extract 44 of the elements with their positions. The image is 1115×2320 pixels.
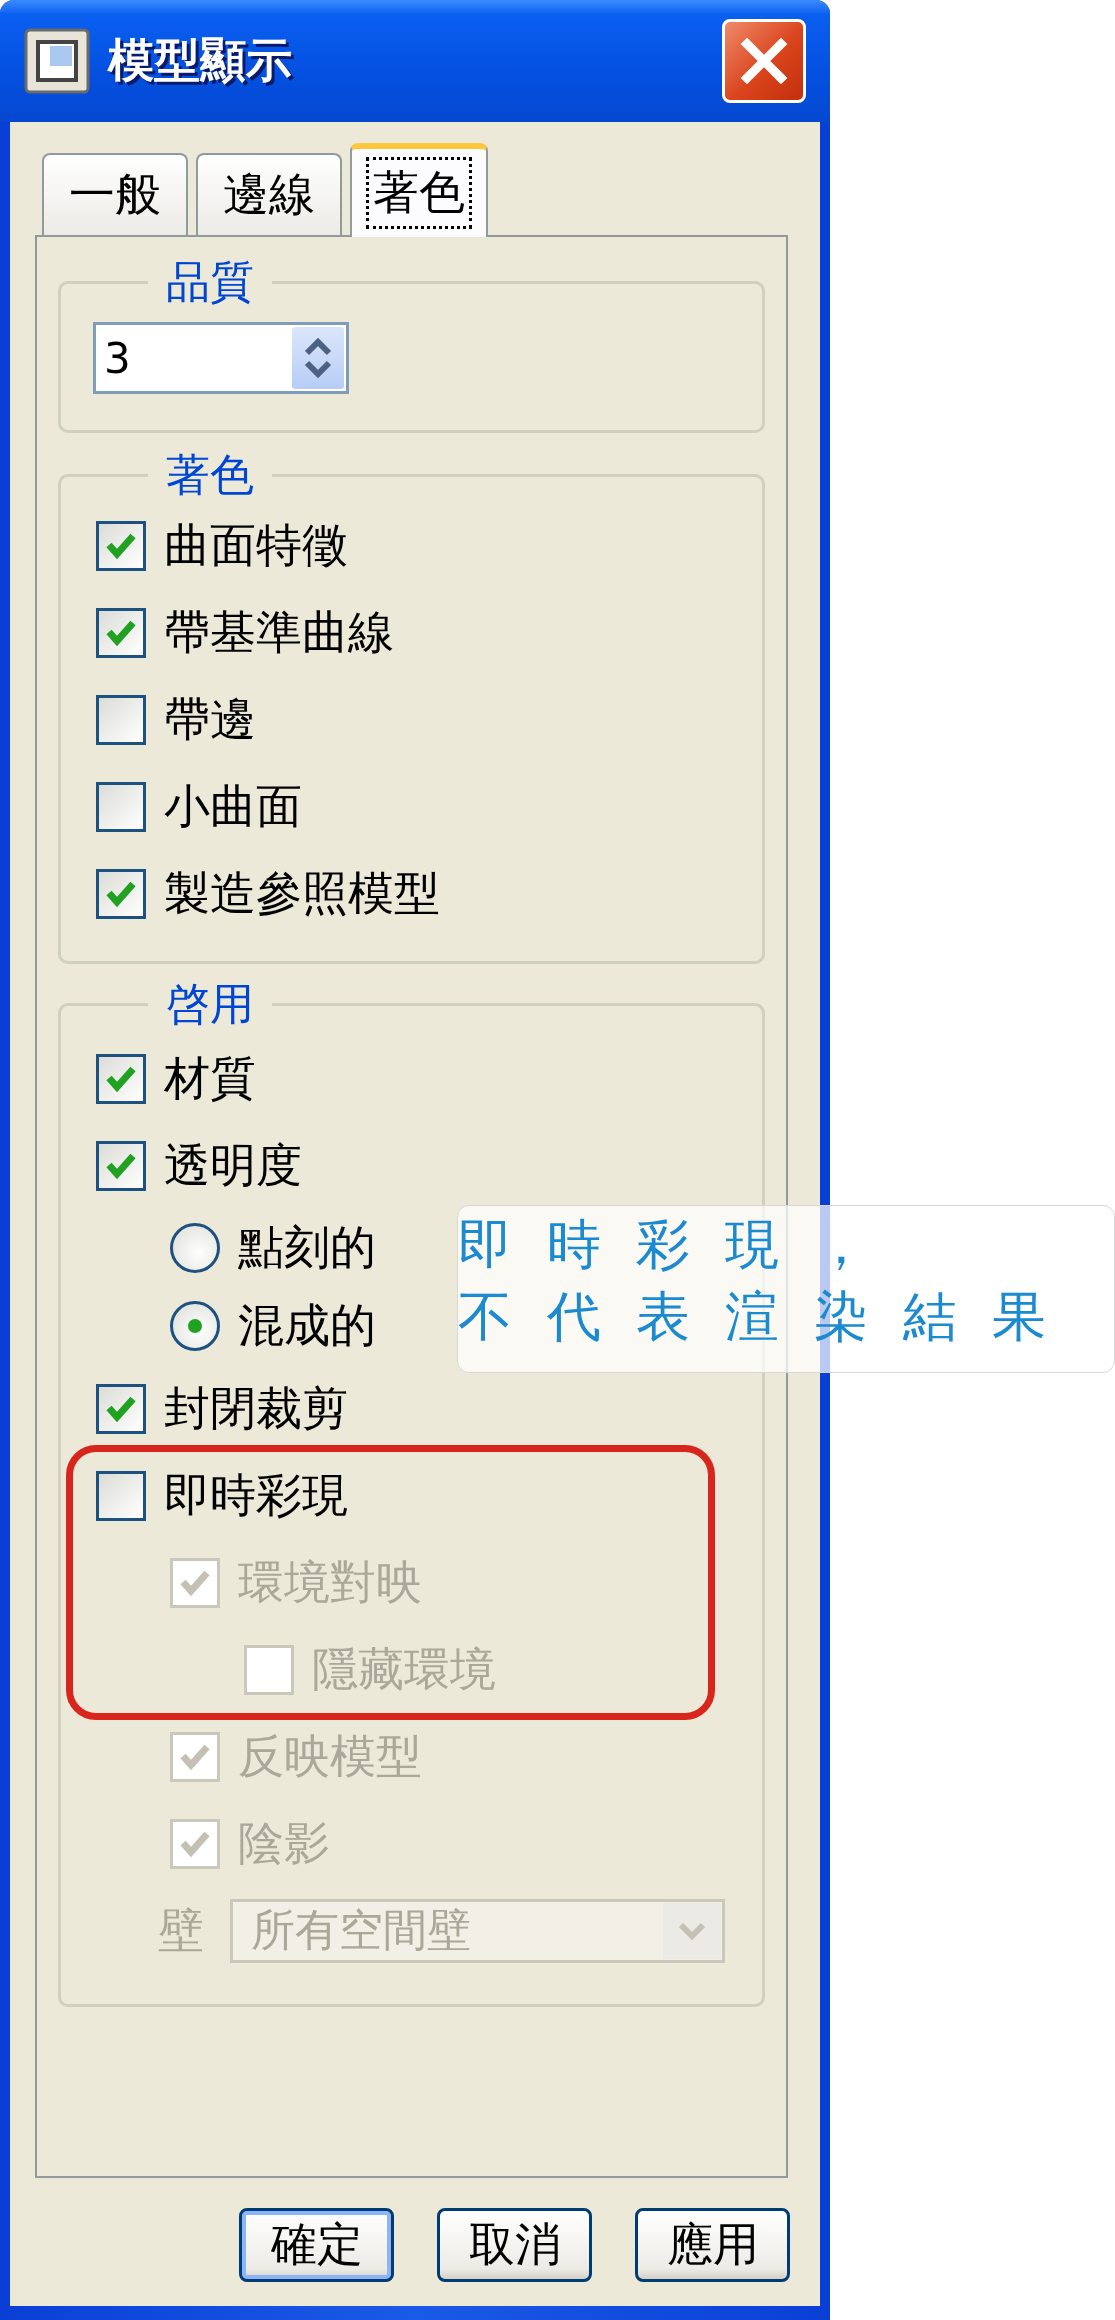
group-title: 啓用 bbox=[165, 979, 255, 1029]
dialog-button[interactable]: 取消 bbox=[437, 2208, 592, 2282]
checkbox[interactable] bbox=[96, 694, 146, 745]
checkbox-label: 環境對映 bbox=[238, 1553, 422, 1611]
checkbox[interactable] bbox=[96, 1140, 146, 1191]
checkbox-label: 封閉裁剪 bbox=[164, 1379, 348, 1437]
close-button[interactable] bbox=[722, 19, 806, 103]
checkbox[interactable] bbox=[96, 607, 146, 658]
radio-label: 點刻的 bbox=[238, 1219, 376, 1276]
checkbox-label: 帶邊 bbox=[164, 690, 256, 748]
checkbox-label: 透明度 bbox=[164, 1136, 302, 1194]
checkbox-label: 陰影 bbox=[238, 1814, 330, 1872]
checkbox[interactable] bbox=[96, 1383, 146, 1434]
checkbox-label: 小曲面 bbox=[164, 777, 302, 835]
callout-text: 即時彩現， bbox=[458, 1212, 903, 1278]
dialog-button[interactable]: 應用 bbox=[635, 2208, 790, 2282]
radio-button[interactable] bbox=[170, 1223, 220, 1273]
tab[interactable]: 邊線 bbox=[196, 153, 342, 235]
dropdown-label: 壁 bbox=[158, 1901, 204, 1959]
group-title: 品質 bbox=[165, 257, 255, 307]
checkbox[interactable] bbox=[96, 781, 146, 832]
checkbox-label: 反映模型 bbox=[238, 1727, 422, 1785]
checkbox[interactable] bbox=[96, 868, 146, 919]
tab[interactable]: 一般 bbox=[42, 153, 188, 235]
spin-button[interactable] bbox=[292, 327, 344, 389]
checkbox-label: 曲面特徵 bbox=[164, 516, 348, 574]
checkbox[interactable] bbox=[96, 1053, 146, 1104]
callout-text: 不代表渲染結果 bbox=[458, 1284, 1081, 1350]
tab[interactable]: 著色 bbox=[350, 143, 488, 237]
window-app-icon bbox=[24, 28, 90, 94]
checkbox-label: 即時彩現 bbox=[164, 1466, 348, 1524]
up-down-arrows-icon bbox=[303, 335, 333, 381]
checkbox-label: 製造參照模型 bbox=[164, 864, 440, 922]
group-title: 著色 bbox=[165, 450, 255, 500]
checkbox[interactable] bbox=[96, 520, 146, 571]
checkbox-label: 隱藏環境 bbox=[312, 1640, 496, 1698]
window-title: 模型顯示 bbox=[108, 32, 292, 89]
dialog-button[interactable]: 確定 bbox=[239, 2208, 394, 2282]
close-icon bbox=[739, 36, 789, 86]
radio-button[interactable] bbox=[170, 1301, 220, 1351]
checkbox-label: 材質 bbox=[164, 1049, 256, 1107]
quality-spin-field[interactable]: 3 bbox=[93, 322, 349, 394]
checkbox-label: 帶基準曲線 bbox=[164, 603, 394, 661]
radio-label: 混成的 bbox=[238, 1297, 376, 1354]
